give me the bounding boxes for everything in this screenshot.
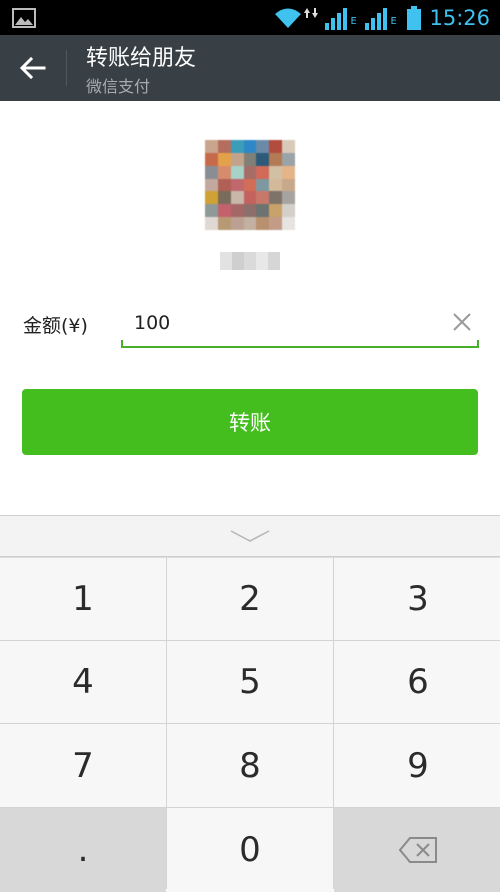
numeric-keyboard: 1 2 3 4 5 6 7 8 9 . 0 <box>0 515 500 892</box>
avatar <box>205 140 295 230</box>
network-type-label: E <box>390 15 397 27</box>
page-subtitle: 微信支付 <box>86 77 151 96</box>
status-bar: E E 15:26 <box>0 0 500 35</box>
signal-indicator-1: E <box>325 5 359 31</box>
chevron-down-icon <box>230 530 270 542</box>
amount-value: 100 <box>134 312 171 334</box>
gallery-icon <box>12 8 36 28</box>
arrow-left-icon[interactable] <box>18 55 46 81</box>
delete-key[interactable] <box>334 808 500 892</box>
app-bar-divider <box>66 50 67 86</box>
amount-label: 金额(¥) <box>23 315 88 337</box>
key-decimal[interactable]: . <box>0 808 166 892</box>
signal-icon <box>365 7 388 30</box>
wifi-icon <box>275 8 302 28</box>
key-1[interactable]: 1 <box>0 558 166 640</box>
key-3[interactable]: 3 <box>334 558 500 640</box>
key-9[interactable]: 9 <box>334 724 500 807</box>
key-2[interactable]: 2 <box>167 558 333 640</box>
key-4[interactable]: 4 <box>0 641 166 723</box>
key-7[interactable]: 7 <box>0 724 166 807</box>
transfer-button[interactable]: 转账 <box>22 389 478 455</box>
app-bar: 转账给朋友 微信支付 <box>0 35 500 101</box>
amount-input[interactable]: 100 <box>121 300 479 348</box>
page-title: 转账给朋友 <box>86 46 197 71</box>
keypad: 1 2 3 4 5 6 7 8 9 . 0 <box>0 558 500 892</box>
key-8[interactable]: 8 <box>167 724 333 807</box>
signal-indicator-2: E <box>365 5 399 31</box>
battery-icon <box>407 5 422 30</box>
data-transfer-icon <box>304 7 319 18</box>
key-6[interactable]: 6 <box>334 641 500 723</box>
key-0[interactable]: 0 <box>167 808 333 892</box>
signal-icon <box>325 7 348 30</box>
backspace-icon <box>398 837 437 863</box>
key-5[interactable]: 5 <box>167 641 333 723</box>
close-icon[interactable] <box>450 310 474 334</box>
friend-name-blurred <box>220 252 280 270</box>
keyboard-collapse-button[interactable] <box>0 515 500 557</box>
clock: 15:26 <box>429 5 490 30</box>
network-type-label: E <box>350 15 357 27</box>
